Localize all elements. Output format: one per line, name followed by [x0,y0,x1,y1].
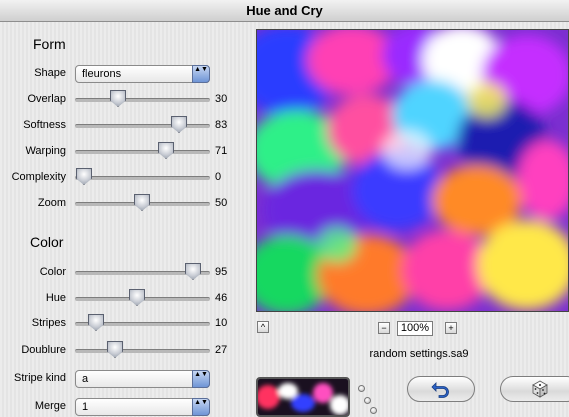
popup-arrows-icon: ▲▼ [192,370,210,388]
doublure-value: 27 [215,344,228,356]
softness-label: Softness [23,119,66,131]
merge-value: 1 [82,401,89,413]
hue-slider-thumb[interactable] [129,289,145,306]
stripes-label: Stripes [31,317,66,329]
shape-popup[interactable]: fleurons ▲▼ [75,65,210,83]
stripe-kind-popup[interactable]: a ▲▼ [75,370,210,388]
color-slider-thumb[interactable] [185,263,201,280]
zoom-out-button[interactable]: − [378,322,390,334]
undo-icon [431,382,449,398]
complexity-slider-thumb[interactable] [76,168,92,185]
randomize-button[interactable] [500,376,569,402]
history-dot[interactable] [364,397,371,404]
undo-button[interactable] [407,376,475,402]
softness-slider-thumb[interactable] [171,116,187,133]
overlap-value: 30 [215,93,228,105]
popup-arrows-icon: ▲▼ [192,65,210,83]
color-value: 95 [215,266,228,278]
thumbnail-art [258,379,348,415]
zoom-label: Zoom [37,197,66,209]
doublure-slider-thumb[interactable] [107,341,123,358]
overlap-label: Overlap [27,93,66,105]
warping-slider-thumb[interactable] [158,142,174,159]
history-thumbnail[interactable] [256,377,350,417]
dice-icon [532,380,548,398]
warping-value: 71 [215,145,228,157]
overlap-slider-thumb[interactable] [110,90,126,107]
collapse-button[interactable]: ^ [257,321,269,333]
complexity-label: Complexity [11,171,66,183]
shape-value: fleurons [82,68,122,80]
shape-label: Shape [34,67,66,79]
preview-image[interactable] [256,29,569,312]
hue-value: 46 [215,292,228,304]
zoom-value: 50 [215,197,228,209]
history-dot[interactable] [370,407,377,414]
doublure-label: Doublure [21,344,66,356]
color-label: Color [39,266,66,278]
zoom-slider-thumb[interactable] [134,194,150,211]
color-heading: Color [30,234,64,250]
form-heading: Form [33,36,66,52]
window-title: Hue and Cry [0,0,569,22]
softness-track[interactable] [75,124,210,128]
zoom-level-field[interactable]: 100% [397,321,433,336]
settings-filename: random settings.sa9 [369,348,469,360]
preview-art [257,30,568,311]
hue-label: Hue [45,292,66,304]
merge-label: Merge [34,400,66,412]
popup-arrows-icon: ▲▼ [192,398,210,416]
stripes-slider-thumb[interactable] [88,314,104,331]
warping-track[interactable] [75,150,210,154]
doublure-track[interactable] [75,349,210,353]
complexity-value: 0 [215,171,222,183]
complexity-track[interactable] [75,176,210,180]
history-dot[interactable] [358,385,365,392]
stripes-value: 10 [215,317,228,329]
stripe-kind-label: Stripe kind [14,372,66,384]
merge-popup[interactable]: 1 ▲▼ [75,398,210,416]
zoom-in-button[interactable]: + [445,322,457,334]
overlap-track[interactable] [75,98,210,102]
stripe-kind-value: a [82,373,89,385]
warping-label: Warping [25,145,66,157]
softness-value: 83 [215,119,228,131]
